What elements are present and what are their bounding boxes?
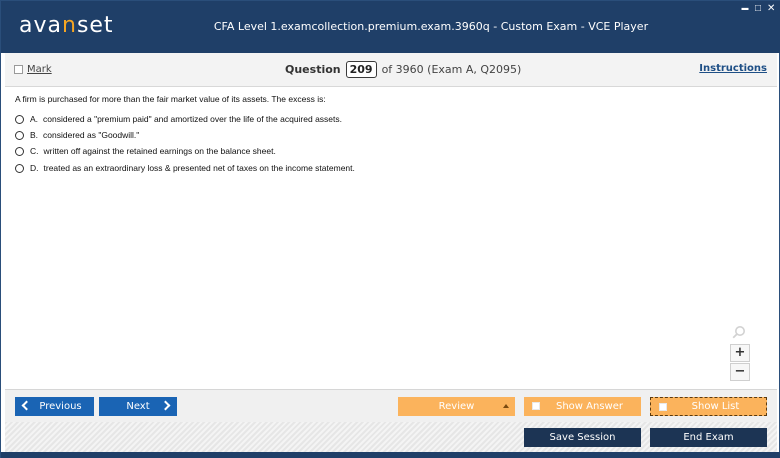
checkbox-icon	[532, 402, 540, 410]
triangle-up-icon	[503, 404, 509, 408]
question-stem: A firm is purchased for more than the fa…	[15, 94, 326, 104]
review-label: Review	[438, 401, 475, 412]
checkbox-icon	[659, 403, 667, 411]
option-c[interactable]: C. written off against the retained earn…	[15, 146, 276, 156]
question-of-text: of 3960 (Exam A, Q2095)	[381, 63, 522, 76]
app-window: avanset CFA Level 1.examcollection.premi…	[0, 0, 780, 458]
question-counter: Question 209 of 3960 (Exam A, Q2095)	[285, 61, 521, 78]
option-d[interactable]: D. treated as an extraordinary loss & pr…	[15, 163, 355, 173]
radio-icon[interactable]	[15, 130, 24, 140]
radio-icon[interactable]	[15, 114, 24, 124]
option-a[interactable]: A. considered a "premium paid" and amort…	[15, 114, 342, 124]
radio-icon[interactable]	[15, 163, 24, 173]
mark-checkbox[interactable]: Mark	[14, 64, 52, 75]
window-controls: ▬ □ ✕	[741, 4, 776, 14]
save-session-button[interactable]: Save Session	[524, 428, 641, 447]
previous-label: Previous	[39, 401, 82, 412]
show-list-button[interactable]: Show List	[650, 397, 767, 416]
end-exam-button[interactable]: End Exam	[650, 428, 767, 447]
option-letter: D.	[30, 163, 39, 173]
question-number-input[interactable]: 209	[345, 61, 377, 78]
show-answer-label: Show Answer	[556, 401, 623, 412]
minimize-icon[interactable]: ▬	[741, 4, 749, 13]
option-text: considered a "premium paid" and amortize…	[43, 114, 343, 124]
option-text: considered as "Goodwill."	[43, 130, 140, 140]
option-letter: A.	[30, 114, 39, 124]
zoom-in-button[interactable]: +	[730, 344, 750, 362]
question-content: A firm is purchased for more than the fa…	[5, 87, 777, 389]
maximize-icon[interactable]: □	[754, 4, 762, 14]
radio-icon[interactable]	[15, 146, 24, 156]
window-title: CFA Level 1.examcollection.premium.exam.…	[213, 20, 649, 33]
option-text: written off against the retained earning…	[43, 146, 276, 156]
option-b[interactable]: B. considered as "Goodwill."	[15, 130, 139, 140]
navigation-bar: Previous Next Review Show Answer Show Li…	[5, 389, 777, 422]
option-text: treated as an extraordinary loss & prese…	[43, 163, 355, 173]
next-label: Next	[126, 401, 150, 412]
instructions-link[interactable]: Instructions	[699, 63, 767, 74]
show-answer-button[interactable]: Show Answer	[524, 397, 641, 416]
chevron-right-icon	[160, 400, 171, 411]
next-button[interactable]: Next	[99, 397, 177, 416]
close-icon[interactable]: ✕	[767, 4, 775, 14]
question-header: Mark Question 209 of 3960 (Exam A, Q2095…	[5, 53, 777, 87]
bottom-border	[1, 452, 780, 458]
zoom-out-button[interactable]: −	[730, 363, 750, 381]
mark-label[interactable]: Mark	[27, 64, 52, 75]
option-letter: C.	[30, 146, 39, 156]
checkbox-icon[interactable]	[14, 65, 23, 74]
question-word: Question	[285, 63, 341, 76]
option-letter: B.	[30, 130, 39, 140]
show-list-label: Show List	[691, 401, 740, 412]
magnifier-icon	[732, 326, 745, 339]
previous-button[interactable]: Previous	[15, 397, 94, 416]
review-button[interactable]: Review	[398, 397, 515, 416]
title-bar: avanset CFA Level 1.examcollection.premi…	[1, 1, 780, 53]
bottom-action-bar: Save Session End Exam	[5, 422, 777, 452]
